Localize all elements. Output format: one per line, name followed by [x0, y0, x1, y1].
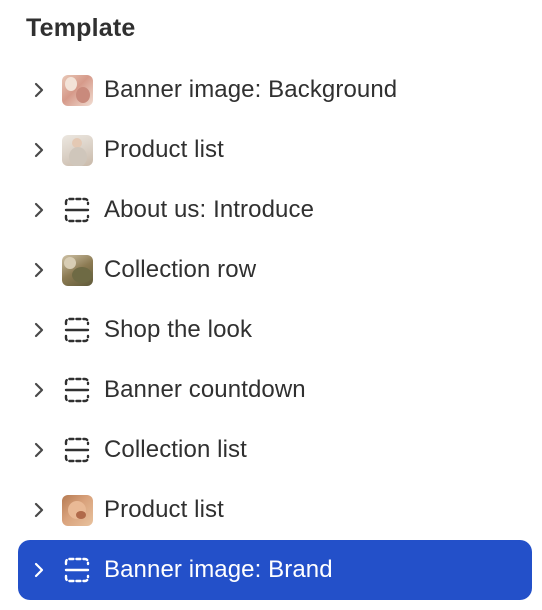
section-label: Banner image: Brand: [104, 556, 333, 583]
chevron-right-icon[interactable]: [28, 499, 50, 521]
section-thumbnail: [60, 493, 94, 527]
chevron-right-icon[interactable]: [28, 379, 50, 401]
chevron-right-icon[interactable]: [28, 259, 50, 281]
section-row-banner-countdown[interactable]: Banner countdown: [18, 360, 532, 420]
section-label: Product list: [104, 136, 224, 163]
section-label: About us: Introduce: [104, 196, 315, 223]
chevron-right-icon[interactable]: [28, 79, 50, 101]
section-thumbnail: [60, 253, 94, 287]
section-thumbnail: [60, 73, 94, 107]
section-label: Collection list: [104, 436, 247, 463]
section-row-collection-row[interactable]: Collection row: [18, 240, 532, 300]
section-row-banner-image-brand[interactable]: Banner image: Brand: [18, 540, 532, 600]
section-row-collection-list[interactable]: Collection list: [18, 420, 532, 480]
chevron-right-icon[interactable]: [28, 199, 50, 221]
section-row-about-us-introduce[interactable]: About us: Introduce: [18, 180, 532, 240]
section-dashed-icon: [60, 193, 94, 227]
chevron-right-icon[interactable]: [28, 439, 50, 461]
section-dashed-icon: [60, 433, 94, 467]
section-label: Banner image: Background: [104, 76, 398, 103]
chevron-right-icon[interactable]: [28, 319, 50, 341]
section-list: Banner image: Background Product list Ab…: [18, 60, 532, 600]
panel-title: Template: [26, 14, 136, 42]
section-dashed-icon: [60, 313, 94, 347]
section-label: Banner countdown: [104, 376, 306, 403]
section-label: Shop the look: [104, 316, 253, 343]
section-dashed-icon: [60, 373, 94, 407]
section-thumbnail: [60, 133, 94, 167]
section-row-product-list-2[interactable]: Product list: [18, 480, 532, 540]
template-panel: Template Banner image: Background Produc…: [0, 0, 542, 610]
section-dashed-icon: [60, 553, 94, 587]
section-row-product-list[interactable]: Product list: [18, 120, 532, 180]
chevron-right-icon[interactable]: [28, 139, 50, 161]
section-label: Product list: [104, 496, 224, 523]
section-row-banner-image-background[interactable]: Banner image: Background: [18, 60, 532, 120]
section-row-shop-the-look[interactable]: Shop the look: [18, 300, 532, 360]
section-label: Collection row: [104, 256, 257, 283]
chevron-right-icon[interactable]: [28, 559, 50, 581]
